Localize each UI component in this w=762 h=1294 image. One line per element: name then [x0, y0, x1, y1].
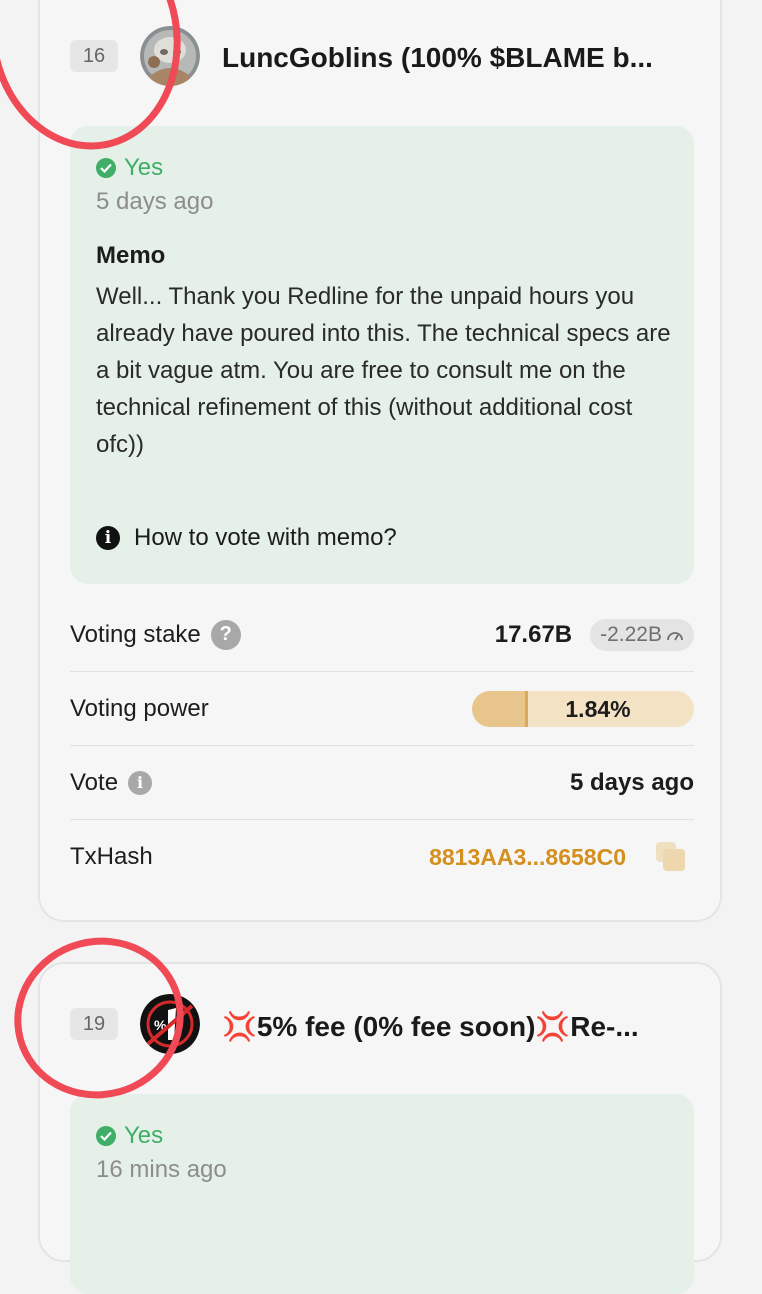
stake-delta-value: -2.22B — [600, 622, 662, 646]
info-icon[interactable]: i — [128, 770, 153, 795]
avatar[interactable]: % — [140, 994, 200, 1054]
vote-detail-box: Yes 5 days ago Memo Well... Thank you Re… — [70, 126, 694, 584]
vote-value: 5 days ago — [569, 768, 694, 796]
check-circle-icon — [96, 1126, 116, 1146]
vote-row: Vote i 5 days ago — [70, 746, 694, 820]
check-circle-icon — [96, 158, 116, 178]
vote-time: 5 days ago — [96, 188, 214, 215]
memo-title: Memo — [96, 242, 166, 269]
txhash-link[interactable]: 8813AA3...8658C0 — [429, 844, 626, 871]
question-icon[interactable]: ? — [210, 619, 241, 650]
vote-option: Yes — [96, 1122, 163, 1150]
vote-card: 19 % 💢5% fee (0% fee soon)💢Re-... Yes 16… — [38, 962, 722, 1294]
txhash-label: TxHash — [70, 843, 153, 870]
vote-detail-box: Yes 16 mins ago — [70, 1094, 694, 1294]
copy-icon[interactable] — [656, 842, 690, 872]
rank-badge: 16 — [70, 40, 118, 72]
info-icon: i — [96, 526, 120, 550]
voting-stake-label: Voting stake — [70, 620, 201, 648]
avatar[interactable] — [140, 26, 200, 86]
how-to-vote-label: How to vote with memo? — [134, 524, 397, 551]
vote-card: 16 LuncGoblins (100% $BLAME b... Yes 5 d… — [38, 0, 722, 922]
voting-power-bar: 1.84% — [472, 690, 694, 727]
how-to-vote-link[interactable]: i How to vote with memo? — [96, 524, 397, 552]
txhash-row: TxHash 8813AA3...8658C0 — [70, 820, 694, 894]
vote-option: Yes — [96, 154, 163, 182]
vote-label: Vote — [70, 768, 119, 796]
voting-power-label: Voting power — [70, 694, 209, 722]
voting-power-value: 1.84% — [565, 695, 631, 722]
gauge-icon — [667, 631, 683, 640]
vote-option-label: Yes — [124, 1122, 164, 1149]
memo-text: Well... Thank you Redline for the unpaid… — [96, 283, 671, 458]
vote-option-label: Yes — [124, 154, 164, 181]
validator-name[interactable]: LuncGoblins (100% $BLAME b... — [222, 42, 653, 74]
rank-badge: 19 — [70, 1008, 118, 1040]
stake-delta-badge: -2.22B — [590, 618, 694, 651]
voting-power-row: Voting power 1.84% — [70, 672, 694, 746]
voting-stake-row: Voting stake ? 17.67B -2.22B — [70, 598, 694, 672]
voting-stake-value: 17.67B — [494, 620, 573, 648]
vote-time: 16 mins ago — [96, 1156, 227, 1183]
validator-name[interactable]: 💢5% fee (0% fee soon)💢Re-... — [222, 1010, 639, 1043]
